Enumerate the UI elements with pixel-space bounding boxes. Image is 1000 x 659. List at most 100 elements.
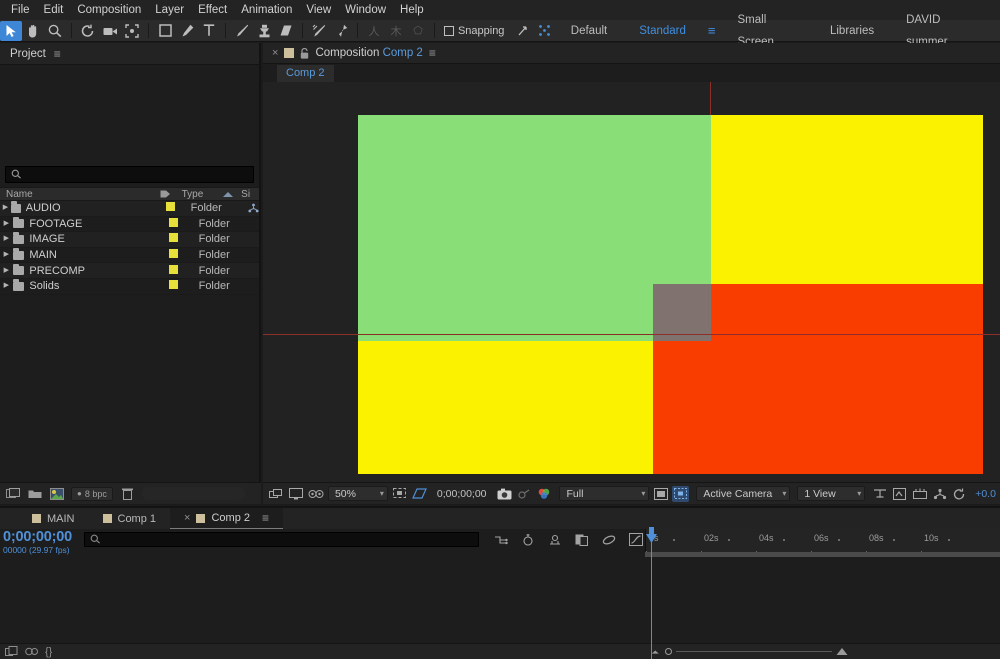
zoom-slider-knob[interactable] [665,647,672,655]
new-folder-icon[interactable] [27,487,42,500]
project-item-tag[interactable] [169,280,198,292]
align-icon[interactable] [512,21,533,41]
project-item-image[interactable]: ▶ IMAGE Folder [0,232,259,248]
menu-item-effect[interactable]: Effect [191,1,234,19]
horizontal-guide[interactable] [263,334,1000,335]
current-timecode[interactable]: 0;00;00;00 [3,530,84,545]
puppet-starch-tool[interactable]: 人 [363,21,385,41]
draft-3d-icon[interactable] [520,532,535,547]
timeline-tab-main[interactable]: MAIN [18,508,89,529]
toggle-switches-modes-icon[interactable] [5,646,18,657]
project-search-input[interactable] [5,166,254,183]
menu-item-edit[interactable]: Edit [37,1,71,19]
project-panel-title[interactable]: Project [10,48,46,60]
project-item-precomp[interactable]: ▶ PRECOMP Folder [0,263,259,279]
toggle-alpha-icon[interactable] [672,485,690,502]
zoom-slider-track[interactable] [676,650,832,652]
channel-icon[interactable] [536,486,553,502]
transparency-grid-icon[interactable] [411,486,428,502]
menu-item-help[interactable]: Help [393,1,431,19]
timeline-work-area[interactable] [645,552,1000,557]
disclosure-triangle-icon[interactable]: ▶ [0,234,13,244]
comp-render-icon[interactable] [25,646,38,657]
3d-renderer-icon[interactable] [308,486,325,502]
hand-tool[interactable] [22,21,44,41]
composition-mini-flowchart-icon[interactable] [493,532,508,547]
expression-icon[interactable]: {} [45,646,52,658]
camera-select[interactable]: Active Camera ▾ [696,486,791,501]
pixel-aspect-icon[interactable] [911,486,928,502]
interpret-footage-icon[interactable] [5,487,20,500]
column-header-type[interactable]: Type [176,189,236,200]
disclosure-triangle-icon[interactable]: ▶ [0,203,11,213]
close-icon[interactable]: × [272,47,278,59]
project-item-tag[interactable] [169,264,198,277]
views-select[interactable]: 1 View ▾ [797,486,866,501]
disclosure-triangle-icon[interactable]: ▶ [0,250,13,260]
royal-blue-solid-overlay[interactable] [653,284,711,341]
disclosure-triangle-icon[interactable]: ▶ [0,219,13,229]
delete-icon[interactable] [120,487,135,500]
playhead[interactable] [646,527,657,659]
brush-tool[interactable] [231,21,253,41]
puppet-pin-tool[interactable] [330,21,352,41]
workspace-default[interactable]: Default [555,20,623,42]
timeline-tab-comp-2[interactable]: × Comp 2 ≡ [170,508,284,529]
menu-item-window[interactable]: Window [338,1,393,19]
workspace-standard[interactable]: Standard [623,20,702,42]
main-viewer-icon[interactable] [288,486,305,502]
reset-exposure-icon[interactable] [951,486,968,502]
mask-icon[interactable] [652,486,669,502]
region-of-interest-tool[interactable] [121,21,143,41]
disclosure-triangle-icon[interactable]: ▶ [0,281,13,291]
timeline-icon[interactable] [871,486,888,502]
project-item-solids[interactable]: ▶ Solids Folder [0,278,259,295]
project-panel-menu-icon[interactable]: ≡ [54,47,61,61]
pen-tool[interactable] [176,21,198,41]
zoom-in-icon[interactable] [836,647,850,656]
show-snapshot-icon[interactable] [516,486,533,502]
zoom-level-select[interactable]: 50% ▾ [327,486,388,501]
resolution-select[interactable]: Full ▾ [559,486,650,501]
shape-tool[interactable] [154,21,176,41]
yellow-solid-bottom-left[interactable] [358,341,653,474]
timeline-search-input[interactable] [84,532,479,547]
composition-canvas[interactable] [263,82,1000,482]
timeline-panel-menu-icon[interactable]: ≡ [262,511,269,525]
puppet-bend-tool[interactable]: ⬠ [407,21,429,41]
tab-close-icon[interactable]: × [184,512,190,524]
rotation-tool[interactable] [77,21,99,41]
vertical-guide[interactable] [710,82,711,115]
always-preview-icon[interactable] [268,486,285,502]
project-item-footage[interactable]: ▶ FOOTAGE Folder [0,216,259,233]
comp-flowchart-icon[interactable] [891,486,908,502]
distribute-icon[interactable] [534,21,555,41]
comp-timecode[interactable]: 0;00;00;00 [431,488,493,500]
region-of-interest-icon[interactable] [391,486,408,502]
menu-item-composition[interactable]: Composition [70,1,148,19]
column-header-size[interactable]: Si [235,189,259,200]
workspace-libraries[interactable]: Libraries [814,20,890,42]
column-header-tag[interactable] [154,189,176,199]
graph-editor-icon[interactable] [628,532,643,547]
project-item-audio[interactable]: ▶ AUDIO Folder [0,201,259,217]
project-item-tag[interactable] [169,217,198,230]
share-icon[interactable] [248,203,259,213]
motion-blur-icon[interactable] [601,532,616,547]
zoom-tool[interactable] [44,21,66,41]
snapping-toggle[interactable]: Snapping [443,25,504,37]
roto-brush-tool[interactable] [308,21,330,41]
snapping-checkbox[interactable] [443,25,454,36]
type-tool[interactable] [198,21,220,41]
workspace-menu-icon[interactable]: ≡ [702,20,722,42]
lock-icon[interactable] [300,47,309,59]
menu-item-view[interactable]: View [299,1,338,19]
frame-blending-icon[interactable] [574,532,589,547]
yellow-solid-top-right[interactable] [711,115,983,284]
renderer-icon[interactable] [931,486,948,502]
project-item-tag[interactable] [169,233,198,245]
menu-item-file[interactable]: File [4,1,37,19]
composition-panel-menu-icon[interactable]: ≡ [429,46,436,60]
project-item-tag[interactable] [165,202,191,214]
snapshot-icon[interactable] [496,486,513,502]
